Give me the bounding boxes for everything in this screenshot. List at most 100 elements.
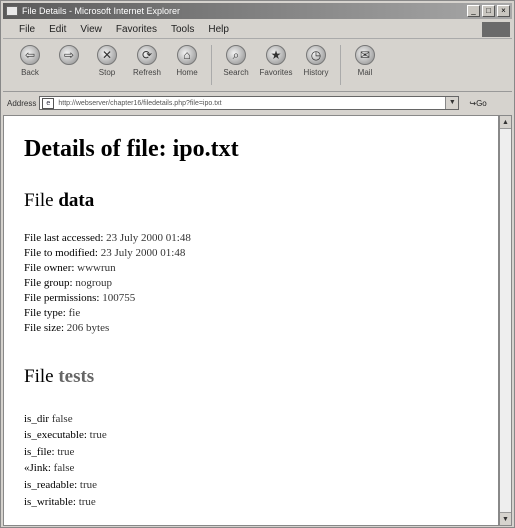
title-bar: File Details - Microsoft Internet Explor… bbox=[3, 3, 512, 19]
detail-value: wwwrun bbox=[77, 262, 116, 274]
test-value: false bbox=[53, 462, 75, 474]
refresh-icon: ⟳ bbox=[137, 45, 157, 65]
detail-label: File type: bbox=[24, 307, 66, 319]
mail-icon: ✉ bbox=[355, 45, 375, 65]
address-bar: Address e http://webserver/chapter16/fil… bbox=[3, 94, 512, 112]
menu-view[interactable]: View bbox=[80, 24, 102, 35]
test-label: is_writable: bbox=[24, 496, 76, 508]
scroll-up-icon[interactable]: ▲ bbox=[500, 116, 511, 129]
maximize-button[interactable]: □ bbox=[482, 5, 495, 17]
detail-label: File to modified: bbox=[24, 247, 98, 259]
minimize-button[interactable]: _ bbox=[467, 5, 480, 17]
stop-icon: ✕ bbox=[97, 45, 117, 65]
detail-owner: File owner: wwwrun bbox=[24, 262, 116, 274]
favorites-button[interactable]: ★ Favorites bbox=[256, 45, 296, 77]
menu-file[interactable]: File bbox=[19, 24, 35, 35]
test-is-file: is_file: true bbox=[24, 446, 74, 458]
search-button[interactable]: ⌕ Search bbox=[216, 45, 256, 77]
test-value: true bbox=[78, 496, 96, 508]
detail-size: File size: 206 bytes bbox=[24, 322, 109, 334]
menu-edit[interactable]: Edit bbox=[49, 24, 66, 35]
detail-group: File group: nogroup bbox=[24, 277, 112, 289]
page-content: Details of file: ipo.txt File data File … bbox=[3, 115, 499, 526]
address-input[interactable]: e http://webserver/chapter16/filedetails… bbox=[39, 96, 460, 110]
detail-value: 206 bytes bbox=[66, 322, 110, 334]
file-data-heading: File data bbox=[24, 190, 94, 212]
stop-label: Stop bbox=[98, 68, 116, 77]
file-tests-heading: File tests bbox=[24, 366, 94, 388]
back-label: Back bbox=[21, 68, 39, 77]
forward-arrow-icon: ⇨ bbox=[59, 45, 79, 65]
home-icon: ⌂ bbox=[177, 45, 197, 65]
search-label: Search bbox=[223, 68, 249, 77]
home-label: Home bbox=[176, 68, 198, 77]
test-label: is_file: bbox=[24, 446, 55, 458]
test-is-dir: is_dir false bbox=[24, 413, 73, 425]
favorites-icon: ★ bbox=[266, 45, 286, 65]
address-url: http://webserver/chapter16/filedetails.p… bbox=[58, 99, 222, 107]
test-label: is_readable: bbox=[24, 479, 78, 491]
back-button[interactable]: ⇦ Back bbox=[9, 45, 51, 77]
windows-logo-icon bbox=[482, 22, 510, 37]
detail-value: 23 July 2000 01:48 bbox=[100, 247, 186, 259]
home-button[interactable]: ⌂ Home bbox=[167, 45, 207, 77]
test-label: is_dir bbox=[24, 413, 50, 425]
scroll-down-icon[interactable]: ▼ bbox=[500, 512, 511, 525]
search-icon: ⌕ bbox=[226, 45, 246, 65]
file-data-bold: data bbox=[58, 190, 95, 211]
refresh-button[interactable]: ⟳ Refresh bbox=[127, 45, 167, 77]
detail-label: File last accessed: bbox=[24, 232, 104, 244]
test-is-readable: is_readable: true bbox=[24, 479, 97, 491]
file-tests-prefix: File bbox=[24, 366, 54, 387]
toolbar: ⇦ Back ⇨ ✕ Stop ⟳ Refresh ⌂ Home ⌕ Searc… bbox=[3, 39, 512, 92]
detail-value: fie bbox=[68, 307, 81, 319]
test-value: true bbox=[57, 446, 75, 458]
test-is-link: «Jink: false bbox=[24, 462, 74, 474]
close-button[interactable]: × bbox=[497, 5, 510, 17]
forward-button[interactable]: ⇨ bbox=[51, 45, 87, 68]
mail-button[interactable]: ✉ Mail bbox=[345, 45, 385, 77]
toolbar-separator bbox=[211, 45, 212, 85]
back-arrow-icon: ⇦ bbox=[20, 45, 40, 65]
test-is-executable: is_executable: true bbox=[24, 429, 107, 441]
page-icon: e bbox=[42, 97, 55, 109]
detail-label: File size: bbox=[24, 322, 65, 334]
vertical-scrollbar[interactable]: ▲ ▼ bbox=[499, 115, 512, 526]
address-label: Address bbox=[7, 98, 37, 108]
toolbar-separator bbox=[340, 45, 341, 85]
menu-tools[interactable]: Tools bbox=[171, 24, 194, 35]
detail-modified: File to modified: 23 July 2000 01:48 bbox=[24, 247, 185, 259]
page-title: Details of file: ipo.txt bbox=[24, 136, 239, 162]
mail-label: Mail bbox=[357, 68, 373, 77]
test-value: true bbox=[89, 429, 107, 441]
test-label: «Jink: bbox=[24, 462, 51, 474]
test-value: true bbox=[79, 479, 98, 491]
stop-button[interactable]: ✕ Stop bbox=[87, 45, 127, 77]
chevron-down-icon[interactable]: ▼ bbox=[445, 97, 459, 109]
history-button[interactable]: ◷ History bbox=[296, 45, 336, 77]
detail-value: 100755 bbox=[102, 292, 136, 304]
detail-label: File permissions: bbox=[24, 292, 100, 304]
detail-type: File type: fie bbox=[24, 307, 80, 319]
detail-last-accessed: File last accessed: 23 July 2000 01:48 bbox=[24, 232, 191, 244]
window-title: File Details - Microsoft Internet Explor… bbox=[22, 6, 181, 16]
ie-app-icon bbox=[6, 6, 18, 16]
test-value: false bbox=[51, 413, 73, 425]
detail-label: File group: bbox=[24, 277, 73, 289]
history-icon: ◷ bbox=[306, 45, 326, 65]
refresh-label: Refresh bbox=[132, 68, 161, 77]
favorites-label: Favorites bbox=[259, 68, 293, 77]
test-is-writable: is_writable: true bbox=[24, 496, 96, 508]
menu-help[interactable]: Help bbox=[208, 24, 229, 35]
detail-label: File owner: bbox=[24, 262, 75, 274]
go-button[interactable]: ↪Go bbox=[469, 99, 486, 108]
detail-value: nogroup bbox=[75, 277, 113, 289]
test-label: is_executable: bbox=[24, 429, 87, 441]
detail-permissions: File permissions: 100755 bbox=[24, 292, 135, 304]
detail-value: 23 July 2000 01:48 bbox=[106, 232, 191, 244]
browser-window: File Details - Microsoft Internet Explor… bbox=[0, 0, 515, 528]
menu-favorites[interactable]: Favorites bbox=[116, 24, 157, 35]
file-tests-bold: tests bbox=[58, 366, 95, 387]
file-data-prefix: File bbox=[24, 190, 54, 211]
go-label: Go bbox=[476, 98, 487, 108]
